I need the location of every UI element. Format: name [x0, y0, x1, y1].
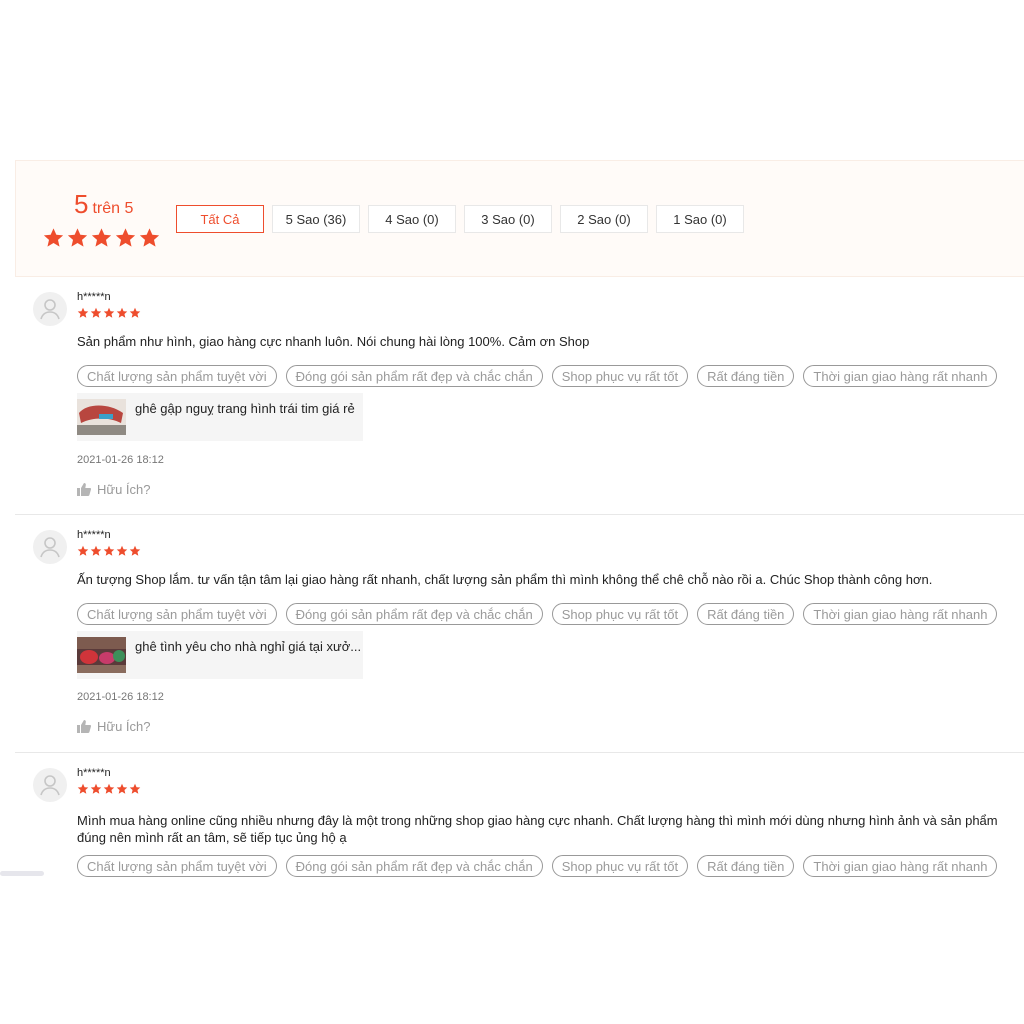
review-tags: Chất lượng sản phẩm tuyệt vời Đóng gói s… [77, 603, 998, 625]
star-icon [116, 307, 128, 318]
star-icon [103, 307, 115, 318]
review-stars [77, 307, 141, 319]
product-thumbnail [77, 399, 126, 435]
review-tag: Chất lượng sản phẩm tuyệt vời [77, 365, 277, 387]
star-icon [129, 783, 141, 794]
star-icon [116, 783, 128, 794]
review-tag: Shop phục vụ rất tốt [551, 365, 689, 387]
scrollbar-handle[interactable] [0, 871, 44, 876]
review-tag: Shop phục vụ rất tốt [551, 855, 689, 877]
review-author[interactable]: h*****n [77, 291, 111, 303]
star-icon [43, 228, 64, 247]
helpful-label: Hữu Ích? [97, 719, 151, 734]
product-image [77, 399, 126, 435]
filter-4-star-button[interactable]: 4 Sao (0) [368, 205, 456, 233]
star-icon [139, 228, 160, 247]
star-icon [90, 307, 102, 318]
review-tag: Rất đáng tiền [697, 365, 795, 387]
star-icon [77, 307, 89, 318]
helpful-button[interactable]: Hữu Ích? [77, 482, 151, 497]
review-tag: Chất lượng sản phẩm tuyệt vời [77, 603, 277, 625]
review-tags: Chất lượng sản phẩm tuyệt vời Đóng gói s… [77, 365, 998, 387]
rating-score-value: 5 [74, 189, 89, 219]
review-item: h*****n Sản phẩm như hình, giao hàng cực… [15, 278, 1024, 515]
helpful-label: Hữu Ích? [97, 482, 151, 497]
avatar[interactable] [33, 530, 67, 564]
star-icon [129, 307, 141, 318]
star-icon [129, 545, 141, 556]
review-comment: Sản phẩm như hình, giao hàng cực nhanh l… [77, 334, 590, 349]
purchased-product[interactable]: ghê gập nguỵ trang hình trái tim giá rẻ [77, 393, 363, 441]
review-tag: Đóng gói sản phẩm rất đẹp và chắc chắn [285, 855, 543, 877]
review-stars [77, 783, 141, 795]
rating-summary: 5 trên 5 Tất Cả 5 Sao (36) 4 Sao (0) 3 Sa… [15, 160, 1024, 277]
product-thumbnail [77, 637, 126, 673]
avatar[interactable] [33, 292, 67, 326]
rating-score-suffix: trên 5 [92, 200, 134, 217]
star-icon [103, 545, 115, 556]
review-item: h*****n Ấn tượng Shop lắm. tư vấn tận tâ… [15, 516, 1024, 753]
review-author[interactable]: h*****n [77, 767, 111, 779]
user-icon [40, 299, 60, 320]
star-icon [103, 783, 115, 794]
product-name: ghê tình yêu cho nhà nghỉ giá tại xưở... [135, 639, 362, 654]
user-icon [40, 537, 60, 558]
star-icon [91, 228, 112, 247]
review-timestamp: 2021-01-26 18:12 [77, 454, 164, 466]
avatar[interactable] [33, 768, 67, 802]
review-tag: Chất lượng sản phẩm tuyệt vời [77, 855, 277, 877]
review-tag: Thời gian giao hàng rất nhanh [803, 365, 998, 387]
review-tag: Đóng gói sản phẩm rất đẹp và chắc chắn [285, 365, 543, 387]
review-timestamp: 2021-01-26 18:12 [77, 691, 164, 703]
thumbs-up-icon [77, 720, 91, 733]
review-tag: Shop phục vụ rất tốt [551, 603, 689, 625]
filter-3-star-button[interactable]: 3 Sao (0) [464, 205, 552, 233]
filter-2-star-button[interactable]: 2 Sao (0) [560, 205, 648, 233]
review-comment: Ấn tượng Shop lắm. tư vấn tận tâm lại gi… [77, 572, 933, 587]
review-author[interactable]: h*****n [77, 529, 111, 541]
review-tag: Thời gian giao hàng rất nhanh [803, 603, 998, 625]
star-icon [116, 545, 128, 556]
review-tag: Đóng gói sản phẩm rất đẹp và chắc chắn [285, 603, 543, 625]
star-icon [90, 545, 102, 556]
review-tag: Thời gian giao hàng rất nhanh [803, 855, 998, 877]
review-comment: Mình mua hàng online cũng nhiều nhưng đâ… [77, 813, 998, 845]
filter-all-button[interactable]: Tất Cả [176, 205, 264, 233]
review-item: h*****n Mình mua hàng online cũng nhiều … [15, 754, 1024, 884]
user-icon [40, 775, 60, 796]
star-icon [77, 545, 89, 556]
filter-1-star-button[interactable]: 1 Sao (0) [656, 205, 744, 233]
purchased-product[interactable]: ghê tình yêu cho nhà nghỉ giá tại xưở... [77, 631, 363, 679]
review-tags: Chất lượng sản phẩm tuyệt vời Đóng gói s… [77, 855, 998, 877]
product-name: ghê gập nguỵ trang hình trái tim giá rẻ [135, 401, 355, 416]
review-tag: Rất đáng tiền [697, 855, 795, 877]
helpful-button[interactable]: Hữu Ích? [77, 719, 151, 734]
thumbs-up-icon [77, 483, 91, 496]
star-icon [90, 783, 102, 794]
review-stars [77, 545, 141, 557]
star-icon [77, 783, 89, 794]
rating-score: 5 trên 5 [74, 189, 133, 220]
review-tag: Rất đáng tiền [697, 603, 795, 625]
filter-5-star-button[interactable]: 5 Sao (36) [272, 205, 360, 233]
rating-stars [42, 227, 161, 249]
star-icon [67, 228, 88, 247]
product-image [77, 637, 126, 673]
star-icon [115, 228, 136, 247]
